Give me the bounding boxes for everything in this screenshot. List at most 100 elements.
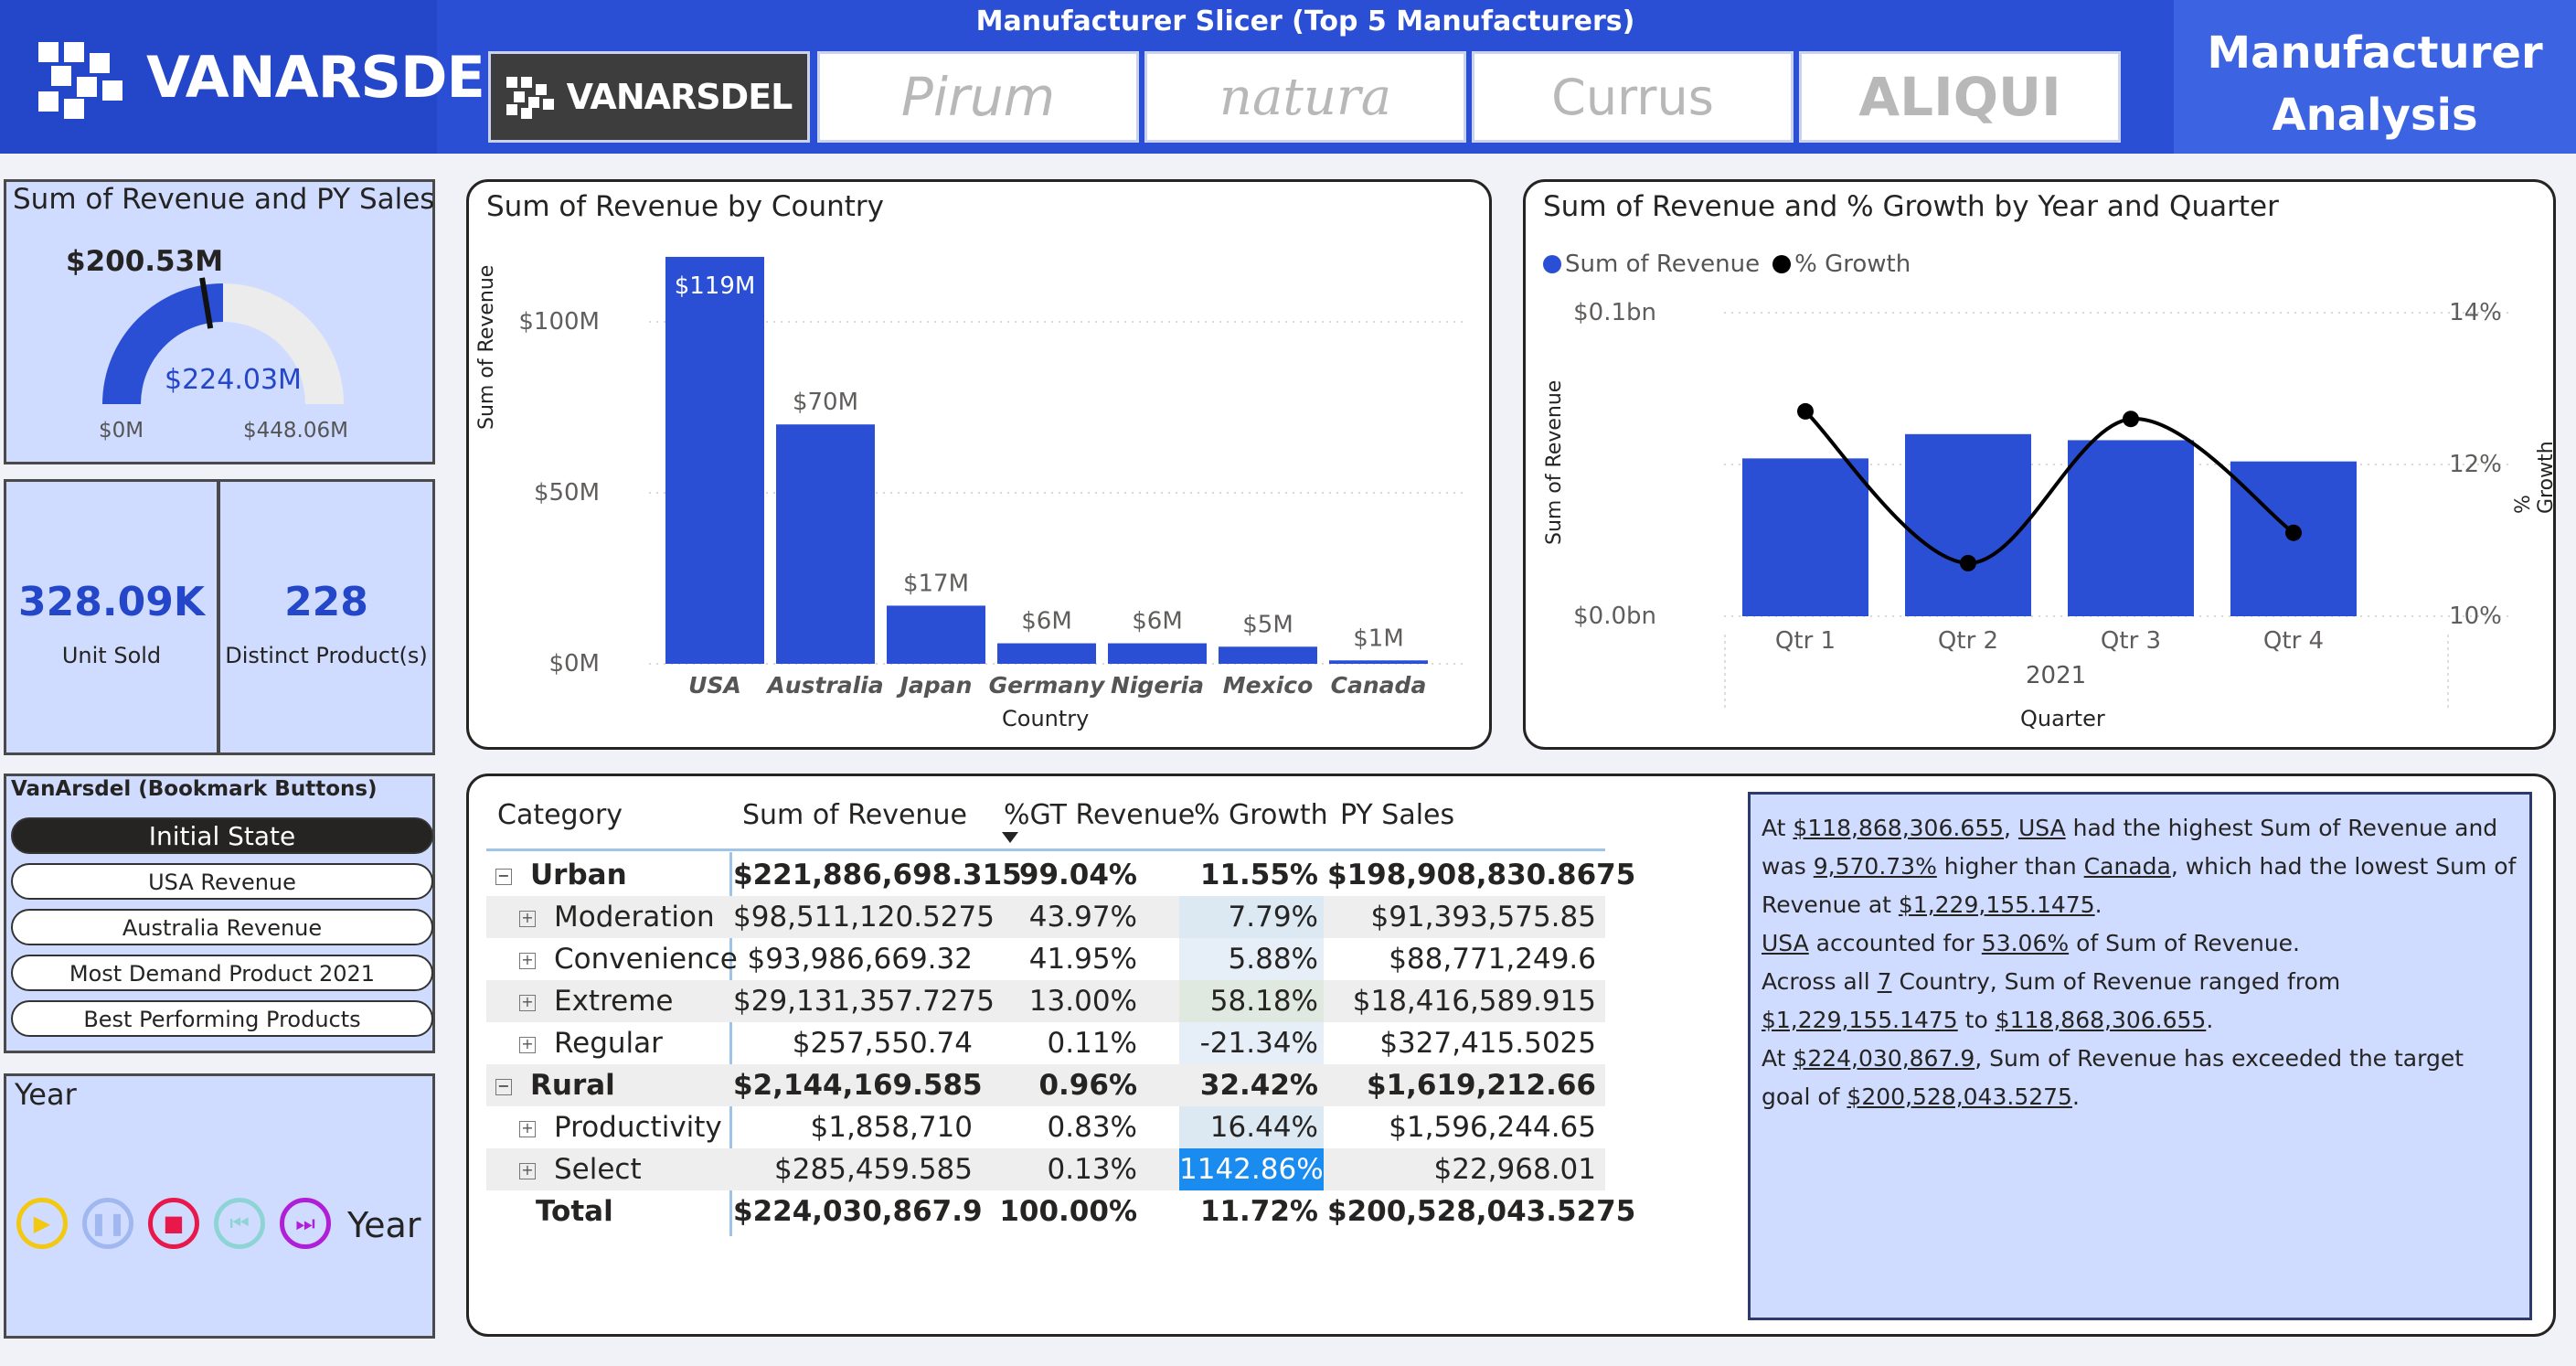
- row-label-text: Productivity: [554, 1111, 722, 1144]
- expand-icon[interactable]: +: [519, 994, 536, 1011]
- row-label: + Convenience: [519, 938, 738, 980]
- narrative-paragraph-3: Across all 7 Country, Sum of Revenue ran…: [1762, 963, 2518, 1040]
- cell-py: $200,528,043.5275: [1327, 1195, 1636, 1228]
- narr-text: accounted for: [1808, 930, 1982, 956]
- x-tick-label: Canada: [1331, 672, 1427, 699]
- row-label: + Extreme: [519, 980, 674, 1022]
- stop-icon[interactable]: ■: [148, 1198, 199, 1249]
- narr-value: 7: [1877, 968, 1892, 995]
- row-label: + Productivity: [519, 1106, 722, 1148]
- bookmark-most-demand-product[interactable]: Most Demand Product 2021: [11, 955, 433, 991]
- bar-qtr-1[interactable]: [1742, 458, 1868, 616]
- report-title-line1: Manufacturer: [2207, 27, 2543, 79]
- slicer-item-currus[interactable]: Currus: [1472, 51, 1794, 143]
- bar-usa[interactable]: [665, 256, 764, 664]
- bar-australia[interactable]: [776, 424, 875, 664]
- x-tick-label: USA: [688, 672, 741, 699]
- bar-mexico[interactable]: [1219, 646, 1317, 664]
- previous-icon[interactable]: ⏮: [214, 1198, 265, 1249]
- narr-text: ,: [2004, 815, 2018, 841]
- collapse-icon[interactable]: −: [495, 1078, 512, 1095]
- slicer-item-aliqui[interactable]: ALIQUI: [1799, 51, 2121, 143]
- slicer-item-label: VANARSDEL: [566, 77, 793, 117]
- cell-growth: 58.18%: [1179, 980, 1324, 1022]
- cell-gt: 99.04%: [1018, 859, 1137, 891]
- y-left-tick-label: $0.1bn: [1573, 299, 1656, 326]
- table-row[interactable]: − Rural $2,144,169.585 0.96% 32.42% $1,619,21…: [486, 1064, 1605, 1106]
- play-icon[interactable]: ▶: [16, 1198, 68, 1249]
- row-label: Total: [536, 1190, 613, 1233]
- table-row[interactable]: + Regular $257,550.74 0.11% -21.34% $327,415.…: [486, 1022, 1605, 1064]
- brand-logo-panel: VANARSDEL: [0, 0, 520, 154]
- col-header-py-sales[interactable]: PY Sales: [1340, 799, 1454, 831]
- cell-revenue: $98,511,120.5275: [733, 901, 995, 934]
- collapse-icon[interactable]: −: [495, 868, 512, 885]
- cell-revenue: $2,144,169.585: [733, 1069, 983, 1102]
- table-row[interactable]: + Select $285,459.585 0.13% 1142.86% $22,968.…: [486, 1148, 1605, 1190]
- bar-data-label: $17M: [903, 570, 969, 597]
- bar-germany[interactable]: [997, 643, 1096, 664]
- cell-revenue: $224,030,867.9: [733, 1195, 983, 1228]
- growth-point[interactable]: [2285, 524, 2302, 541]
- slicer-item-natura[interactable]: natura: [1144, 51, 1466, 143]
- narr-text: Country, Sum of Revenue ranged from: [1891, 968, 2341, 995]
- slicer-item-pirum[interactable]: Pirum: [817, 51, 1139, 143]
- expand-icon[interactable]: +: [519, 952, 536, 969]
- bookmark-initial-state[interactable]: Initial State: [11, 817, 433, 854]
- row-label-text: Total: [536, 1195, 613, 1228]
- expand-icon[interactable]: +: [519, 910, 536, 927]
- expand-icon[interactable]: +: [519, 1036, 536, 1053]
- row-label-text: Regular: [554, 1027, 663, 1060]
- col-header-category[interactable]: Category: [497, 799, 623, 831]
- narr-value: Canada: [2083, 853, 2171, 880]
- table-row[interactable]: + Extreme $29,131,357.7275 13.00% 58.18% $18,…: [486, 980, 1605, 1022]
- bar-canada[interactable]: [1329, 660, 1428, 664]
- pause-icon[interactable]: ❚❚: [82, 1198, 133, 1249]
- cell-revenue: $221,886,698.315: [733, 859, 1022, 891]
- bookmark-australia-revenue[interactable]: Australia Revenue: [11, 909, 433, 945]
- y-right-tick-label: 12%: [2449, 451, 2502, 478]
- growth-point[interactable]: [1960, 554, 1976, 571]
- bar-qtr-3[interactable]: [2068, 440, 2194, 616]
- narr-text: of Sum of Revenue.: [2069, 930, 2300, 956]
- col-header-revenue[interactable]: Sum of Revenue: [742, 799, 967, 831]
- y-tick-label: $0M: [548, 650, 600, 678]
- narr-text: .: [2094, 891, 2102, 918]
- expand-icon[interactable]: +: [519, 1162, 536, 1179]
- table-row[interactable]: + Productivity $1,858,710 0.83% 16.44% $1,596…: [486, 1106, 1605, 1148]
- row-label: − Rural: [495, 1064, 615, 1106]
- bar-qtr-2[interactable]: [1905, 433, 2031, 616]
- bookmark-usa-revenue[interactable]: USA Revenue: [11, 863, 433, 900]
- distinct-products-card[interactable]: 228 Distinct Product(s): [218, 479, 435, 755]
- row-label: + Moderation: [519, 896, 715, 938]
- vanarsdel-small-logo-icon: [506, 77, 554, 119]
- cell-py: $18,416,589.915: [1352, 985, 1596, 1018]
- next-icon[interactable]: ⏭: [280, 1198, 331, 1249]
- x-tick-label: Qtr 1: [1775, 627, 1836, 655]
- table-row[interactable]: + Convenience $93,986,669.32 41.95% 5.88% $88…: [486, 938, 1605, 980]
- narr-value: USA: [1762, 930, 1809, 956]
- table-row[interactable]: − Urban $221,886,698.315 99.04% 11.55% $198,9…: [486, 854, 1635, 896]
- growth-point[interactable]: [2123, 411, 2139, 428]
- y-tick-label: $100M: [518, 308, 600, 336]
- bar-japan[interactable]: [887, 605, 985, 664]
- x-tick-label: Germany: [989, 672, 1107, 699]
- slicer-item-vanarsdel[interactable]: VANARSDEL: [488, 51, 810, 143]
- unit-sold-card[interactable]: 328.09K Unit Sold: [4, 479, 219, 755]
- x-tick-label: Mexico: [1223, 672, 1314, 699]
- gauge-min-label: $0M: [99, 419, 144, 443]
- row-label-text: Convenience: [554, 943, 738, 976]
- bookmark-best-performing-products[interactable]: Best Performing Products: [11, 1000, 433, 1037]
- growth-point[interactable]: [1797, 402, 1814, 420]
- cell-py: $1,619,212.66: [1366, 1069, 1596, 1102]
- slicer-item-label: natura: [1219, 67, 1392, 127]
- bar-nigeria[interactable]: [1108, 643, 1207, 664]
- cell-py: $327,415.5025: [1379, 1027, 1596, 1060]
- table-row[interactable]: Total $224,030,867.9 100.00% 11.72% $200,528…: [486, 1190, 1636, 1233]
- expand-icon[interactable]: +: [519, 1120, 536, 1137]
- narr-text: .: [2206, 1007, 2214, 1033]
- revenue-by-country-chart: $100M $50M $0M $119M USA $70M Australia $17M Jap…: [518, 256, 1464, 699]
- table-row[interactable]: + Moderation $98,511,120.5275 43.97% 7.79% $9…: [486, 896, 1605, 938]
- col-header-gt-revenue[interactable]: %GT Revenue: [1004, 799, 1195, 831]
- col-header-growth[interactable]: % Growth: [1194, 799, 1328, 831]
